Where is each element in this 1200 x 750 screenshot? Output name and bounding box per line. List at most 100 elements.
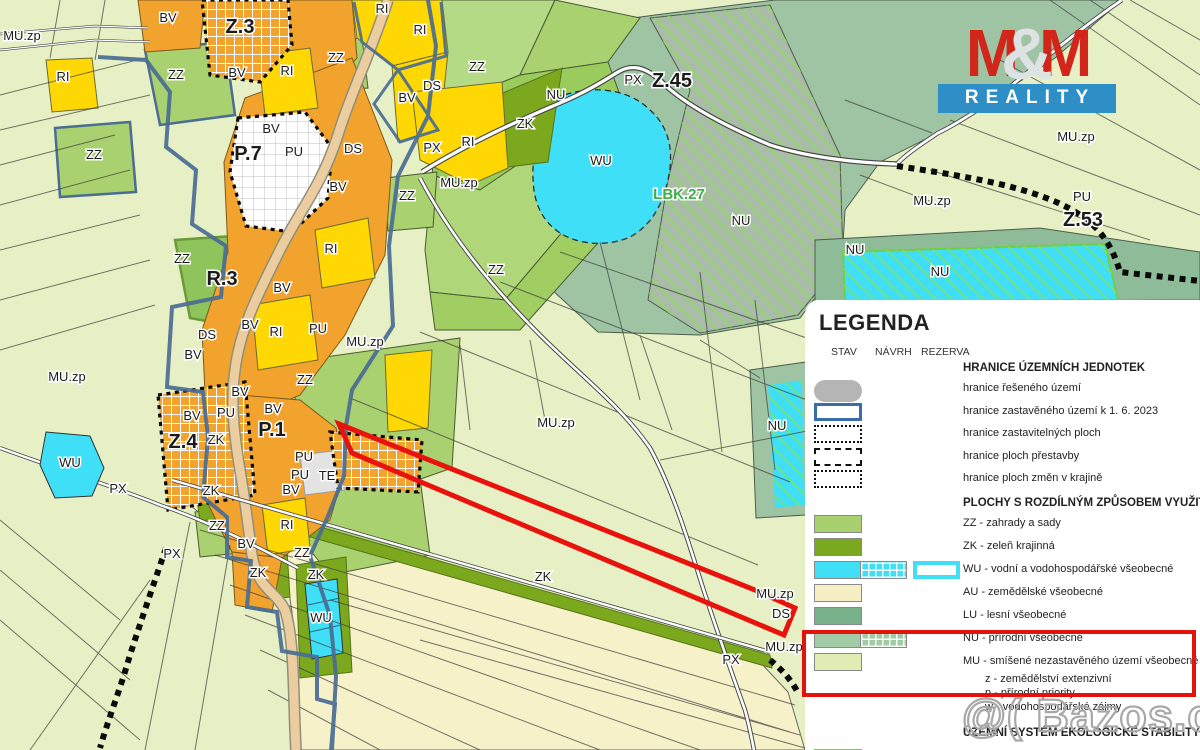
map-label-ds: DS (344, 141, 362, 156)
map-label-pu: PU (217, 405, 235, 420)
map-label-bv: BV (231, 384, 249, 399)
map-label-zz: ZZ (399, 188, 415, 203)
map-label-muzp: MU.zp (346, 334, 384, 349)
map-label-bv: BV (184, 347, 202, 362)
map-label-bv: BV (282, 482, 300, 497)
map-label-wu: WU (310, 610, 332, 625)
legend-boundary-label: hranice zastavěného území k 1. 6. 2023 (963, 405, 1158, 417)
legend-zone-label: WU - vodní a vodohospodářské všeobecné (963, 563, 1173, 575)
screenshot-stage: MU.zpBVZ.3ZZBVRIRIRIRIZZZZZZDSBVBVP.7PUZ… (0, 0, 1200, 750)
map-label-px: PX (109, 481, 127, 496)
map-label-bv: BV (264, 401, 282, 416)
map-label-bv: BV (273, 280, 291, 295)
legend-mu-subline: p - přírodní priority (985, 686, 1200, 700)
map-label-ri: RI (270, 324, 283, 339)
map-label-zk: ZK (208, 432, 225, 447)
legend-heading-uses: ÚZEMNÍ SYSTÉM EKOLOGICKÉ STABILITY (963, 727, 1198, 739)
map-label-bv: BV (262, 121, 280, 136)
dotted-swatch (814, 425, 862, 443)
map-label-zk: ZK (203, 483, 220, 498)
mm-reality-logo: M & M REALITY (938, 20, 1116, 113)
map-label-ri: RI (376, 1, 389, 16)
legend-mu-subline: w - vodohospodářské zájmy (985, 700, 1200, 714)
map-label-lbk27: LBK.27 (653, 186, 705, 203)
map-label-z3: Z.3 (226, 16, 255, 38)
map-label-nu: NU (768, 418, 787, 433)
map-label-muzp: MU.zp (440, 175, 478, 190)
map-label-zz: ZZ (209, 518, 225, 533)
map-label-nu: NU (547, 87, 566, 102)
map-label-bv: BV (398, 90, 416, 105)
zone-rezerva-swatch-wu (913, 561, 960, 579)
map-label-ri: RI (281, 517, 294, 532)
map-label-bv: BV (237, 536, 255, 551)
map-label-zz: ZZ (469, 59, 485, 74)
map-label-te: TE (319, 468, 336, 483)
zone-color-swatch-zz (814, 515, 862, 533)
zone-color-swatch-lu (814, 607, 862, 625)
map-label-r3: R.3 (206, 268, 237, 290)
map-label-p7: P.7 (234, 143, 261, 165)
zone-color-swatch-wu (814, 561, 862, 579)
map-label-ds: DS (198, 327, 216, 342)
map-label-zz: ZZ (168, 67, 184, 82)
legend-mu-subline: z - zemědělství extenzivní (985, 672, 1200, 686)
map-label-zk: ZK (250, 565, 267, 580)
map-label-muzp: MU.zp (537, 415, 575, 430)
zone-navrh-swatch-nu (860, 630, 907, 648)
map-label-pu: PU (1073, 189, 1091, 204)
legend-zone-label: AU - zemědělské všeobecné (963, 586, 1103, 598)
map-label-zz: ZZ (86, 147, 102, 162)
map-label-zk: ZK (308, 567, 325, 582)
legend-boundary-label: hranice zastavitelných ploch (963, 427, 1101, 439)
map-label-wu: WU (590, 153, 612, 168)
map-label-muzp: MU.zp (3, 28, 41, 43)
map-label-ri: RI (325, 241, 338, 256)
map-label-bv: BV (183, 408, 201, 423)
map-label-muzp: MU.zp (913, 193, 951, 208)
map-label-muzp: MU.zp (48, 369, 86, 384)
map-label-pu: PU (309, 321, 327, 336)
legend-boundary-label: hranice ploch přestavby (963, 450, 1079, 462)
grayblob-swatch (814, 380, 862, 402)
zone-color-swatch-nu (814, 630, 862, 648)
legend-zone-label: ZZ - zahrady a sady (963, 517, 1061, 529)
map-label-zz: ZZ (174, 251, 190, 266)
logo-mm-text: M & M (938, 20, 1116, 86)
map-label-px: PX (423, 140, 441, 155)
map-label-bv: BV (241, 317, 259, 332)
map-label-nu: NU (732, 213, 751, 228)
legend-heading-zones: PLOCHY S ROZDÍLNÝM ZPŮSOBEM VYUŽITÍ (963, 497, 1198, 509)
legend-zone-label: ZK - zeleň krajinná (963, 540, 1055, 552)
map-label-px: PX (163, 546, 181, 561)
map-label-pu: PU (285, 144, 303, 159)
blueline-swatch (814, 403, 862, 421)
map-label-p1: P.1 (258, 419, 285, 441)
map-label-wu: WU (59, 455, 81, 470)
map-label-ri: RI (462, 134, 475, 149)
map-label-muzp: MU.zp (756, 586, 794, 601)
zone-color-swatch-zk (814, 538, 862, 556)
legend-mu-sublines: z - zemědělství extenzivníp - přírodní p… (805, 672, 1200, 714)
logo-ampersand: & (1001, 25, 1053, 85)
legend-heading-boundaries: HRANICE ÚZEMNÍCH JEDNOTEK (963, 362, 1198, 374)
map-label-zk: ZK (517, 116, 534, 131)
map-label-ri: RI (57, 69, 70, 84)
map-label-z53: Z.53 (1063, 209, 1103, 231)
legend-body: HRANICE ÚZEMNÍCH JEDNOTEKhranice řešenéh… (805, 300, 1200, 750)
map-label-pu: PU (291, 467, 309, 482)
legend-zone-label: MU - smíšené nezastavěného území všeobec… (963, 655, 1198, 667)
map-label-px: PX (722, 652, 740, 667)
map-label-ri: RI (281, 63, 294, 78)
map-label-px: PX (624, 72, 642, 87)
map-label-zz: ZZ (294, 545, 310, 560)
map-label-bv: BV (329, 179, 347, 194)
map-label-zz: ZZ (297, 372, 313, 387)
map-label-ri: RI (414, 22, 427, 37)
map-label-ds: DS (772, 606, 790, 621)
map-label-muzp: MU.zp (1057, 129, 1095, 144)
zone-color-swatch-au (814, 584, 862, 602)
legend-panel: LEGENDA STAV NÁVRH REZERVA HRANICE ÚZEMN… (805, 300, 1200, 750)
dashdot-swatch (814, 448, 862, 466)
legend-zone-label: NU - přírodní všeobecné (963, 632, 1083, 644)
